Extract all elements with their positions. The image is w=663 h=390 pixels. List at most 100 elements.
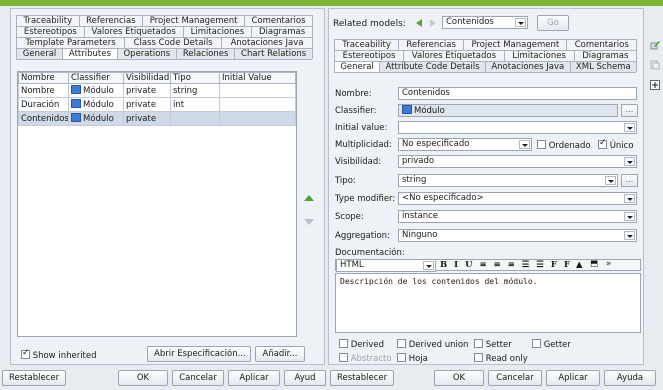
visibility-select[interactable]: privado — [398, 155, 637, 168]
tab-operations[interactable]: Operations — [116, 48, 178, 59]
name-input[interactable]: Contenidos — [398, 87, 637, 100]
unique-option[interactable]: Único — [598, 138, 634, 151]
apply-button[interactable]: Aplicar — [228, 370, 280, 386]
help-button[interactable]: Ayuda — [604, 370, 656, 386]
ordered-checkbox[interactable] — [537, 140, 546, 149]
reset-button[interactable]: Restablecer — [2, 370, 66, 386]
aggregation-select[interactable]: Ninguno — [398, 229, 637, 242]
derived-checkbox[interactable] — [339, 339, 348, 348]
move-up-icon[interactable] — [304, 195, 314, 201]
tab-estereotipos[interactable]: Estereotipos — [16, 26, 85, 37]
multiplicity-value: No especificado — [402, 139, 470, 149]
tab-relaciones[interactable]: Relaciones — [176, 48, 236, 59]
getter-checkbox[interactable] — [532, 339, 541, 348]
related-models-select[interactable]: Contenidos — [442, 16, 528, 29]
initial-value-input[interactable] — [398, 121, 637, 134]
col-initial-value[interactable]: Initial Value — [219, 72, 296, 84]
open-specification-button[interactable]: Abrir Especificación... — [147, 346, 251, 362]
abstract-option[interactable]: Abstracto — [339, 353, 392, 364]
move-down-icon[interactable] — [304, 219, 314, 225]
type-modifier-select[interactable]: <No especificado> — [398, 192, 637, 205]
tab-class-code-details[interactable]: Class Code Details — [124, 37, 223, 48]
setter-checkbox[interactable] — [474, 339, 483, 348]
show-inherited-checkbox[interactable] — [21, 348, 30, 359]
tab-template-parameters[interactable]: Template Parameters — [16, 37, 126, 48]
ok-button[interactable]: OK — [434, 370, 484, 386]
documentation-editor[interactable]: Descripción de los contenidos del módulo… — [335, 273, 641, 333]
ok-button[interactable]: OK — [118, 370, 168, 386]
copy-icon[interactable] — [650, 60, 660, 70]
image-insert-icon[interactable]: ▲ — [576, 260, 583, 270]
tab-diagramas[interactable]: Diagramas — [573, 50, 638, 61]
tab-comentarios[interactable]: Comentarios — [243, 15, 314, 26]
tab-limitaciones[interactable]: Limitaciones — [182, 26, 253, 37]
cancel-button[interactable]: Cancelar — [172, 370, 224, 386]
tab-xml-schema[interactable]: XML Schema — [569, 61, 638, 72]
tab-project-management[interactable]: Project Management — [463, 39, 568, 50]
derived-union-checkbox[interactable] — [397, 339, 406, 348]
type-select[interactable]: string — [398, 174, 618, 187]
more-tools-icon[interactable]: » — [606, 259, 611, 269]
ordered-option[interactable]: Ordenado — [537, 140, 591, 151]
read-only-checkbox[interactable] — [474, 353, 483, 362]
doc-format-value: HTML — [340, 260, 364, 270]
tab-anotaciones-java[interactable]: Anotaciones Java — [221, 37, 313, 48]
back-arrow-icon[interactable] — [414, 18, 424, 28]
tab-anotaciones-java[interactable]: Anotaciones Java — [485, 61, 571, 72]
tab-comentarios[interactable]: Comentarios — [566, 39, 638, 50]
leaf-option[interactable]: Hoja — [397, 353, 428, 364]
classifier-browse-button[interactable]: ... — [621, 104, 638, 117]
cancel-button[interactable]: Cancelar — [488, 370, 542, 386]
doc-format-buttons[interactable]: B I U ≡ ≡ ≡ ☰ ☰ F F — [440, 260, 572, 270]
leaf-checkbox[interactable] — [397, 353, 406, 362]
tab-project-management[interactable]: Project Management — [142, 15, 245, 26]
add-button[interactable]: Añadir... — [255, 346, 305, 362]
tab-limitaciones[interactable]: Limitaciones — [503, 50, 575, 61]
derived-option[interactable]: Derived — [339, 339, 384, 350]
tab-chart-relations[interactable]: Chart Relations — [234, 48, 313, 59]
tab-divider — [16, 59, 312, 60]
derived-label: Derived — [350, 340, 384, 350]
link-insert-icon[interactable]: ⬒ — [590, 259, 598, 269]
tab-referencias[interactable]: Referencias — [398, 39, 465, 50]
table-row-selected[interactable]: Contenidos Módulo private — [18, 111, 296, 126]
tab-estereotipos[interactable]: Estereotipos — [334, 50, 405, 61]
setter-option[interactable]: Setter — [474, 339, 512, 350]
classifier-text: Módulo — [83, 100, 114, 110]
read-only-option[interactable]: Read only — [474, 353, 528, 364]
tab-general[interactable]: General — [334, 61, 381, 72]
multiplicity-select[interactable]: No especificado — [398, 138, 532, 151]
tab-attribute-code-details[interactable]: Attribute Code Details — [379, 61, 487, 72]
reset-button[interactable]: Restablecer — [330, 370, 394, 386]
col-nombre[interactable]: Nombre — [18, 72, 69, 84]
expand-icon[interactable] — [650, 80, 660, 90]
tab-valores-etiquetados[interactable]: Valores Etiquetados — [83, 26, 184, 37]
col-tipo[interactable]: Tipo — [170, 72, 220, 84]
attributes-table[interactable]: Nombre Classifier Visibilidad Tipo Initi… — [17, 71, 297, 337]
getter-option[interactable]: Getter — [532, 339, 571, 350]
table-row[interactable]: Duración Módulo private int — [18, 97, 296, 112]
apply-button[interactable]: Aplicar — [546, 370, 600, 386]
col-visibilidad[interactable]: Visibilidad — [123, 72, 171, 84]
tab-attributes[interactable]: Attributes — [62, 48, 118, 59]
table-row[interactable]: Nombre Módulo private string — [18, 83, 296, 98]
tab-referencias[interactable]: Referencias — [78, 15, 144, 26]
edit-icon[interactable] — [650, 40, 660, 50]
forward-arrow-icon[interactable] — [428, 18, 438, 28]
tab-row-2: Estereotipos Valores Etiquetados Limitac… — [16, 26, 314, 37]
abstract-checkbox[interactable] — [339, 353, 348, 362]
doc-format-select[interactable]: HTML — [336, 259, 436, 272]
tab-valores-etiquetados[interactable]: Valores Etiquetados — [403, 50, 505, 61]
unique-checkbox[interactable] — [598, 138, 607, 149]
tab-diagramas[interactable]: Diagramas — [251, 26, 314, 37]
tab-general[interactable]: General — [16, 48, 64, 59]
scope-select[interactable]: instance — [398, 210, 637, 223]
go-button[interactable]: Go — [537, 15, 569, 31]
col-classifier[interactable]: Classifier — [68, 72, 124, 84]
tab-traceability[interactable]: Traceability — [16, 15, 80, 26]
derived-union-option[interactable]: Derived union — [397, 339, 468, 350]
type-browse-button[interactable]: ... — [621, 174, 638, 187]
show-inherited-option[interactable]: Show inherited — [21, 348, 97, 361]
tab-traceability[interactable]: Traceability — [334, 39, 400, 50]
help-button[interactable]: Ayud — [284, 370, 326, 386]
